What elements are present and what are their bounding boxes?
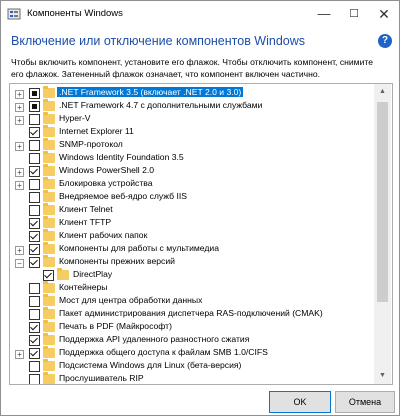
- expand-icon[interactable]: +: [15, 103, 24, 112]
- feature-checkbox[interactable]: [43, 270, 54, 281]
- windows-features-dialog: Компоненты Windows — ☐ ✕ Включение или о…: [0, 0, 400, 416]
- feature-label: .NET Framework 4.7 с дополнительными слу…: [59, 100, 263, 110]
- folder-icon: [43, 177, 55, 189]
- expand-icon[interactable]: +: [15, 168, 24, 177]
- folder-icon: [43, 229, 55, 241]
- folder-icon: [43, 281, 55, 293]
- feature-label: Блокировка устройства: [59, 178, 153, 188]
- feature-checkbox[interactable]: [29, 192, 40, 203]
- feature-checkbox[interactable]: [29, 283, 40, 294]
- expand-icon[interactable]: +: [15, 90, 24, 99]
- feature-label: Windows Identity Foundation 3.5: [59, 152, 184, 162]
- feature-label: Компоненты прежних версий: [59, 256, 175, 266]
- feature-label: Печать в PDF (Майкрософт): [59, 321, 172, 331]
- feature-checkbox[interactable]: [29, 140, 40, 151]
- maximize-button[interactable]: ☐: [339, 1, 369, 27]
- feature-checkbox[interactable]: [29, 153, 40, 164]
- feature-label: .NET Framework 3.5 (включает .NET 2.0 и …: [57, 87, 244, 97]
- expand-icon[interactable]: +: [15, 142, 24, 151]
- windows-features-icon: [7, 8, 21, 20]
- folder-icon: [43, 164, 55, 176]
- feature-label: Клиент TFTP: [59, 217, 112, 227]
- feature-label: Поддержка API удаленного разностного сжа…: [59, 334, 250, 344]
- folder-icon: [43, 359, 55, 371]
- folder-icon: [43, 216, 55, 228]
- feature-checkbox[interactable]: [29, 205, 40, 216]
- feature-checkbox[interactable]: [29, 231, 40, 242]
- scroll-up-arrow-icon[interactable]: ▲: [374, 84, 391, 100]
- instructions: Чтобы включить компонент, установите его…: [11, 56, 391, 80]
- instructions-line: Чтобы включить компонент, установите его…: [11, 57, 373, 67]
- feature-checkbox[interactable]: [29, 166, 40, 177]
- feature-checkbox[interactable]: [29, 322, 40, 333]
- folder-icon: [43, 190, 55, 202]
- feature-checkbox[interactable]: [29, 309, 40, 320]
- folder-icon: [43, 86, 55, 98]
- expand-icon[interactable]: +: [15, 246, 24, 255]
- window-title: Компоненты Windows: [27, 8, 123, 19]
- folder-icon: [43, 242, 55, 254]
- expand-icon[interactable]: +: [15, 350, 24, 359]
- feature-checkbox[interactable]: [29, 361, 40, 372]
- feature-checkbox[interactable]: [29, 88, 40, 99]
- folder-icon: [43, 203, 55, 215]
- ok-button[interactable]: OK: [269, 391, 331, 413]
- feature-label: Подсистема Windows для Linux (бета-верси…: [59, 360, 242, 370]
- feature-label: Мост для центра обработки данных: [59, 295, 203, 305]
- feature-label: SNMP-протокол: [59, 139, 123, 149]
- feature-label: Hyper-V: [59, 113, 91, 123]
- scrollbar-thumb[interactable]: [377, 102, 388, 302]
- expand-icon[interactable]: +: [15, 116, 24, 125]
- feature-label: Компоненты для работы с мультимедиа: [59, 243, 219, 253]
- collapse-icon[interactable]: −: [15, 259, 24, 268]
- feature-checkbox[interactable]: [29, 114, 40, 125]
- minimize-button[interactable]: —: [309, 1, 339, 27]
- feature-row[interactable]: Прослушиватель RIP: [10, 372, 374, 384]
- folder-icon: [43, 372, 55, 384]
- feature-checkbox[interactable]: [29, 374, 40, 384]
- folder-icon: [43, 320, 55, 332]
- folder-icon: [57, 268, 69, 280]
- feature-checkbox[interactable]: [29, 179, 40, 190]
- feature-checkbox[interactable]: [29, 296, 40, 307]
- scroll-down-arrow-icon[interactable]: ▼: [374, 368, 391, 384]
- features-tree[interactable]: + .NET Framework 3.5 (включает .NET 2.0 и…: [9, 83, 393, 385]
- feature-checkbox[interactable]: [29, 257, 40, 268]
- folder-icon: [43, 294, 55, 306]
- feature-checkbox[interactable]: [29, 127, 40, 138]
- feature-label: Internet Explorer 11: [59, 126, 134, 136]
- feature-label: Клиент Telnet: [59, 204, 113, 214]
- feature-label: Контейнеры: [59, 282, 108, 292]
- help-icon[interactable]: ?: [378, 34, 392, 48]
- folder-icon: [43, 151, 55, 163]
- folder-icon: [43, 346, 55, 358]
- folder-icon: [43, 138, 55, 150]
- feature-checkbox[interactable]: [29, 335, 40, 346]
- feature-label: Внедряемое веб-ядро служб IIS: [59, 191, 187, 201]
- feature-label: Клиент рабочих папок: [59, 230, 148, 240]
- title-bar[interactable]: Компоненты Windows — ☐ ✕: [1, 1, 399, 27]
- feature-label: Прослушиватель RIP: [59, 373, 144, 383]
- instructions-line: его флажок. Затененный флажок означает, …: [11, 69, 321, 79]
- feature-checkbox[interactable]: [29, 101, 40, 112]
- cancel-button[interactable]: Отмена: [335, 391, 395, 413]
- expand-icon[interactable]: +: [15, 181, 24, 190]
- folder-icon: [43, 112, 55, 124]
- feature-checkbox[interactable]: [29, 244, 40, 255]
- vertical-scrollbar[interactable]: ▲ ▼: [374, 84, 391, 384]
- feature-checkbox[interactable]: [29, 348, 40, 359]
- dialog-heading: Включение или отключение компонентов Win…: [11, 34, 306, 48]
- feature-label: Поддержка общего доступа к файлам SMB 1.…: [59, 347, 268, 357]
- feature-checkbox[interactable]: [29, 218, 40, 229]
- feature-label: DirectPlay: [73, 269, 113, 279]
- folder-icon: [43, 99, 55, 111]
- close-button[interactable]: ✕: [369, 1, 399, 27]
- feature-label: Windows PowerShell 2.0: [59, 165, 155, 175]
- folder-icon: [43, 125, 55, 137]
- feature-label: Пакет администрирования диспетчера RAS-п…: [59, 308, 323, 318]
- folder-icon: [43, 255, 55, 267]
- folder-icon: [43, 307, 55, 319]
- folder-icon: [43, 333, 55, 345]
